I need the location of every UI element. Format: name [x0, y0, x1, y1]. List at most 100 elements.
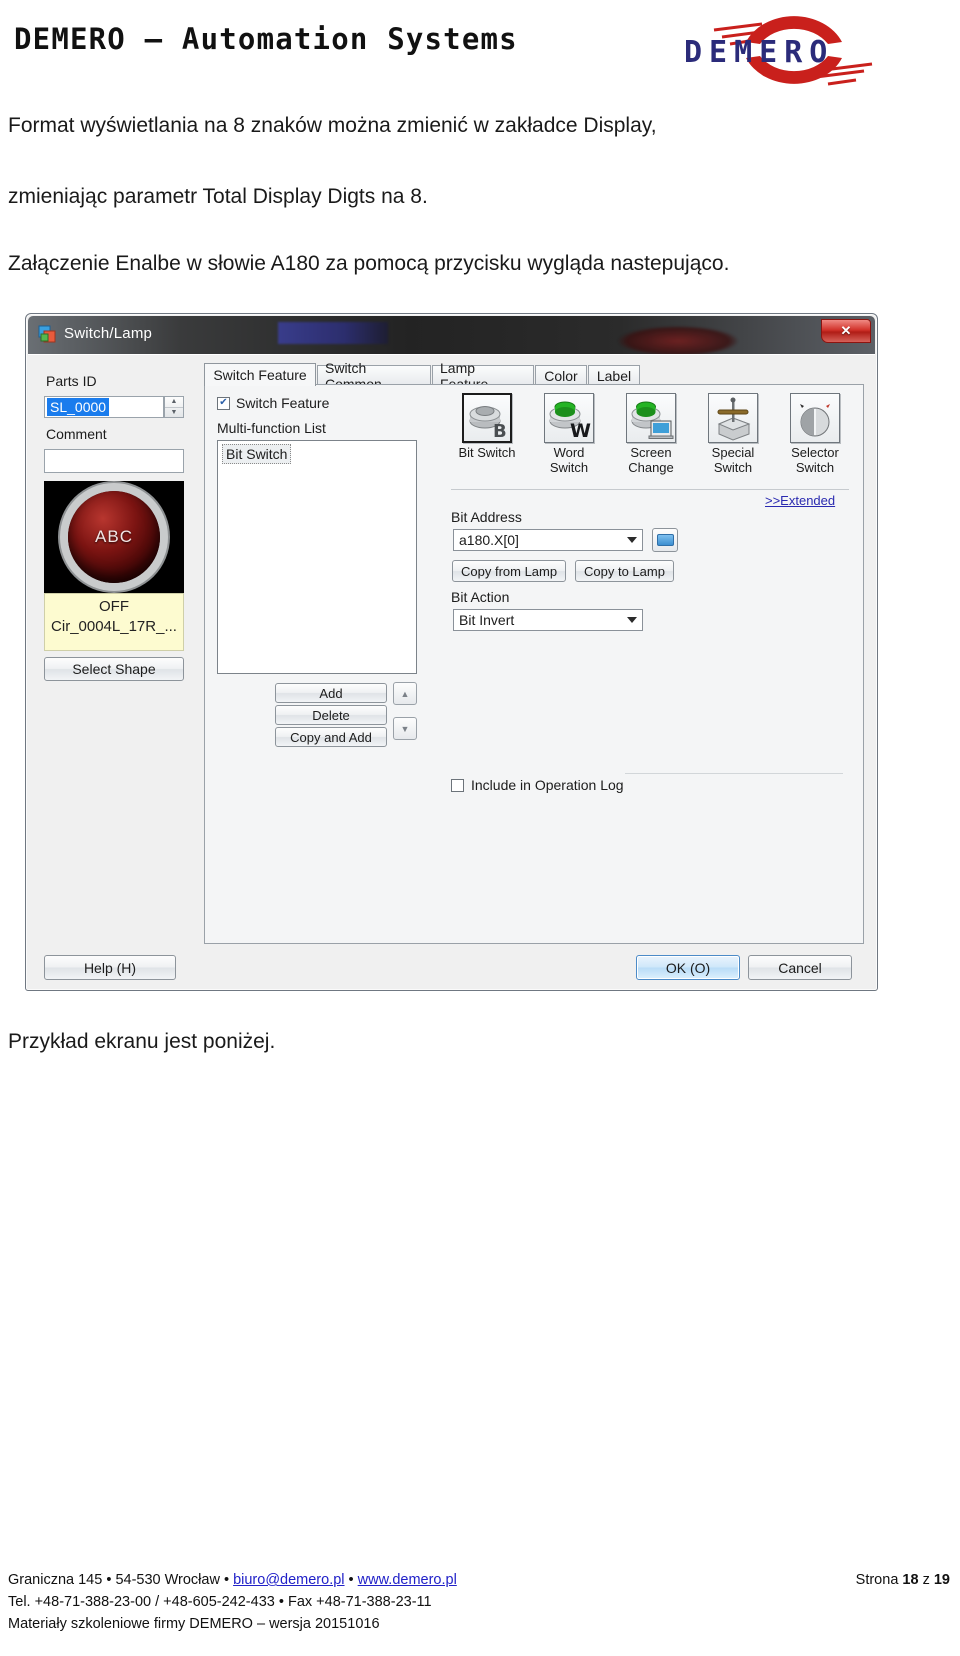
close-icon[interactable]: ✕ [821, 319, 871, 343]
bit-switch-icon: B [462, 393, 512, 443]
help-button[interactable]: Help (H) [44, 955, 176, 980]
special-switch-label-line1: Special [711, 445, 755, 460]
page-prefix: Strona [855, 1572, 903, 1588]
move-down-icon[interactable]: ▼ [393, 717, 417, 740]
demero-logo-svg: DEMERO [684, 8, 873, 92]
bit-address-combobox[interactable]: a180.X[0] [453, 529, 643, 551]
switch-type-gallery: B Bit Switch W Word Switch Screen Change… [451, 393, 851, 485]
tab-strip: Switch Feature Switch Common Lamp Featur… [204, 360, 864, 392]
switch-lamp-dialog: Switch/Lamp ✕ Parts ID SL_0000 ▲ ▼ Comme… [25, 313, 878, 991]
paragraph-2: zmieniając parametr Total Display Digts … [8, 185, 428, 208]
keypad-icon [656, 534, 674, 546]
multi-function-list-label: Multi-function List [217, 420, 326, 436]
comment-label: Comment [46, 426, 107, 442]
svg-text:DEMERO: DEMERO [684, 35, 834, 70]
header-divider [0, 96, 960, 98]
preview-button-caption: ABC [95, 527, 133, 546]
stepper-down-icon[interactable]: ▼ [165, 408, 183, 418]
tab-switch-common[interactable]: Switch Common [317, 360, 431, 392]
tab-lamp-feature[interactable]: Lamp Feature [432, 360, 534, 392]
cancel-button[interactable]: Cancel [748, 955, 852, 980]
page-total: 19 [933, 1572, 950, 1588]
part-shape-name: Cir_0004L_17R_... [51, 618, 177, 635]
switch-feature-checkbox-row[interactable]: Switch Feature [217, 395, 329, 411]
tab-switch-feature[interactable]: Switch Feature [204, 363, 316, 386]
extended-link[interactable]: >>Extended [765, 493, 835, 508]
footer-separator: • [344, 1572, 358, 1588]
include-operation-log-label: Include in Operation Log [471, 777, 624, 793]
copy-to-lamp-button[interactable]: Copy to Lamp [575, 560, 674, 582]
paragraph-4: Przykład ekranu jest poniżej. [8, 1030, 276, 1053]
footer-address-text: Graniczna 145 • 54-530 Wrocław • [8, 1572, 234, 1588]
switch-feature-checkbox-label: Switch Feature [236, 395, 330, 411]
screen-change-label-line1: Screen [630, 445, 672, 460]
special-switch-label-line2: Switch [713, 459, 753, 475]
delete-button[interactable]: Delete [275, 705, 387, 725]
bit-switch-label-line1: Bit Switch [458, 445, 516, 460]
chevron-down-icon [627, 617, 637, 623]
dialog-body: Parts ID SL_0000 ▲ ▼ Comment ABC OFF Cir… [28, 354, 875, 988]
list-item[interactable]: Bit Switch [222, 444, 292, 464]
tab-label[interactable]: Label [588, 365, 640, 385]
switch-feature-panel: Switch Feature Multi-function List Bit S… [204, 384, 864, 944]
selector-switch-label-line1: Selector [791, 445, 839, 460]
dialog-title: Switch/Lamp [64, 325, 153, 342]
word-switch-icon: W [544, 393, 594, 443]
chevron-down-icon [627, 537, 637, 543]
switch-type-bit-switch[interactable]: B Bit Switch [451, 393, 523, 461]
word-switch-label-line1: Word [553, 445, 585, 460]
screen-change-label-line2: Change [628, 459, 674, 475]
bit-action-value: Bit Invert [459, 612, 515, 628]
titlebar-background-artifact-right [618, 326, 738, 354]
tab-color[interactable]: Color [535, 365, 587, 385]
document-footer: Graniczna 145 • 54-530 Wrocław • biuro@d… [0, 1564, 960, 1650]
move-up-icon[interactable]: ▲ [393, 682, 417, 705]
bit-address-label: Bit Address [451, 509, 522, 525]
section-divider [451, 489, 849, 490]
switch-type-word-switch[interactable]: W Word Switch [533, 393, 605, 476]
stepper-up-icon[interactable]: ▲ [165, 397, 183, 408]
titlebar-background-artifact-left [278, 322, 388, 344]
part-state-label: OFF [99, 598, 129, 615]
parts-id-stepper[interactable]: ▲ ▼ [164, 396, 184, 418]
page-number: Strona 18 z 19 [856, 1572, 950, 1588]
switch-type-selector-switch[interactable]: Selector Switch [779, 393, 851, 476]
svg-text:B: B [493, 421, 507, 442]
paragraph-1: Format wyświetlania na 8 znaków można zm… [8, 114, 657, 137]
footer-phone-line: Tel. +48-71-388-23-00 / +48-605-242-433 … [8, 1594, 432, 1610]
copy-and-add-button[interactable]: Copy and Add [275, 727, 387, 747]
address-keypad-button[interactable] [652, 528, 678, 552]
footer-version-line: Materiały szkoleniowe firmy DEMERO – wer… [8, 1616, 380, 1632]
footer-website-link[interactable]: www.demero.pl [358, 1572, 457, 1588]
comment-input[interactable] [44, 449, 184, 473]
bit-address-value: a180.X[0] [459, 532, 519, 548]
special-switch-icon [708, 393, 758, 443]
switch-type-special-switch[interactable]: Special Switch [697, 393, 769, 476]
ok-button[interactable]: OK (O) [636, 955, 740, 980]
brand-title: DEMERO – Automation Systems [14, 22, 518, 56]
preview-round-button: ABC [68, 491, 160, 583]
multi-function-list[interactable]: Bit Switch [217, 440, 417, 674]
switch-lamp-app-icon [38, 325, 56, 343]
dialog-titlebar[interactable]: Switch/Lamp ✕ [28, 316, 875, 354]
add-button[interactable]: Add [275, 683, 387, 703]
paragraph-3: Załączenie Enalbe w słowie A180 za pomoc… [8, 252, 730, 275]
selector-switch-icon [790, 393, 840, 443]
switch-feature-checkbox[interactable] [217, 396, 230, 410]
demero-logo: DEMERO [676, 4, 906, 96]
copy-from-lamp-button[interactable]: Copy from Lamp [452, 560, 567, 582]
select-shape-button[interactable]: Select Shape [44, 657, 184, 681]
page-mid: z [918, 1572, 934, 1588]
parts-id-input[interactable]: SL_0000 [44, 396, 164, 418]
bit-action-combobox[interactable]: Bit Invert [453, 609, 643, 631]
operation-log-divider [625, 773, 843, 774]
parts-id-label: Parts ID [46, 373, 97, 389]
part-preview: ABC [44, 481, 184, 593]
page-current: 18 [902, 1572, 919, 1588]
footer-address-line: Graniczna 145 • 54-530 Wrocław • biuro@d… [8, 1572, 457, 1588]
include-operation-log-checkbox[interactable] [451, 778, 464, 792]
part-state-box: OFF Cir_0004L_17R_... [44, 593, 184, 651]
footer-email-link[interactable]: biuro@demero.pl [233, 1572, 344, 1588]
switch-type-screen-change[interactable]: Screen Change [615, 393, 687, 476]
include-operation-log-row[interactable]: Include in Operation Log [451, 777, 624, 793]
